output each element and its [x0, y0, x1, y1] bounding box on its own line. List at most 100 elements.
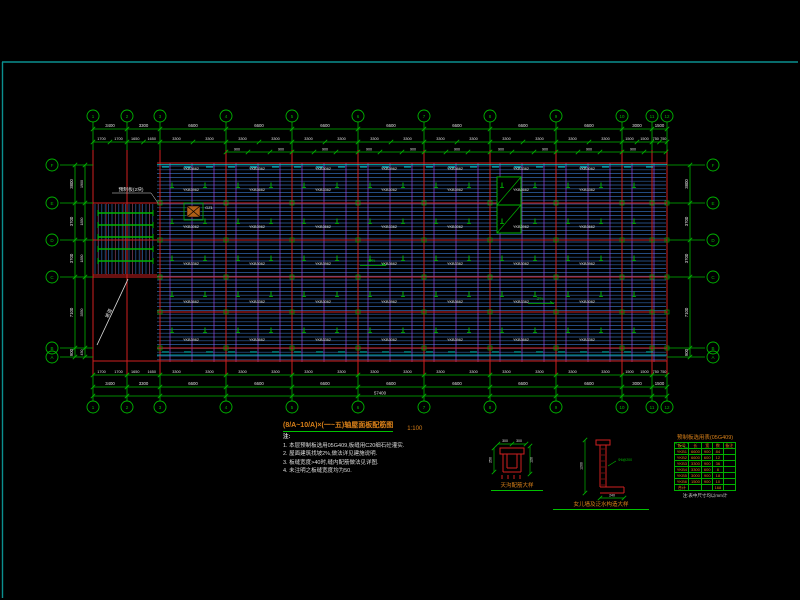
svg-text:6: 6	[357, 405, 360, 410]
svg-text:6600: 6600	[254, 381, 264, 386]
svg-text:YKB3962: YKB3962	[315, 262, 331, 266]
svg-text:750: 750	[653, 137, 659, 141]
svg-text:3800: 3800	[684, 179, 689, 189]
svg-text:YKB3962: YKB3962	[183, 188, 199, 192]
svg-text:YKB3662: YKB3662	[513, 338, 529, 342]
svg-text:YKB3062: YKB3062	[249, 262, 265, 266]
table-cell: 3300	[689, 467, 702, 473]
svg-text:YKB3362: YKB3362	[315, 188, 331, 192]
svg-text:1500: 1500	[640, 370, 648, 374]
svg-text:C: C	[711, 275, 715, 280]
ramp-area: 坡道	[97, 279, 128, 345]
svg-text:3300: 3300	[238, 370, 246, 374]
svg-text:300: 300	[516, 439, 522, 443]
svg-text:YKB3662: YKB3662	[315, 225, 331, 229]
table-cell: YKB6	[675, 479, 689, 485]
drawing-title: (8/A~10/A)×(一~五)轴屋面板配筋图	[283, 420, 393, 432]
detail1-caption: 天沟配筋大样	[491, 481, 543, 491]
svg-text:1650: 1650	[131, 370, 139, 374]
notes-block: 注: 1. 本层预制板选用05G409,板缝用C20细石砼灌实. 2. 屋面建筑…	[283, 433, 453, 476]
svg-text:750: 750	[660, 370, 666, 374]
table-cell	[689, 485, 702, 491]
svg-text:9: 9	[555, 405, 558, 410]
svg-text:9: 9	[555, 114, 558, 119]
svg-text:3300: 3300	[304, 370, 312, 374]
svg-text:8: 8	[489, 114, 492, 119]
svg-text:3300: 3300	[469, 137, 477, 141]
svg-text:250: 250	[489, 457, 493, 463]
svg-text:3: 3	[159, 405, 162, 410]
svg-text:YKB3062: YKB3062	[447, 225, 463, 229]
svg-text:YKB3362: YKB3362	[579, 188, 595, 192]
svg-text:YKB3662: YKB3662	[513, 188, 529, 192]
svg-text:1650: 1650	[148, 370, 156, 374]
svg-text:YKB3962: YKB3962	[381, 300, 397, 304]
svg-text:3700: 3700	[684, 216, 689, 226]
svg-text:3000: 3000	[632, 123, 642, 128]
table-cell: 合计	[675, 485, 689, 491]
svg-text:YKB3062: YKB3062	[513, 262, 529, 266]
svg-text:YKB3662: YKB3662	[183, 167, 199, 171]
svg-text:5: 5	[291, 405, 294, 410]
cad-viewport: 3400170017003300165016506600330033006600…	[0, 0, 800, 600]
svg-text:YKB3062: YKB3062	[315, 300, 331, 304]
svg-text:1500: 1500	[625, 137, 633, 141]
svg-text:1900: 1900	[80, 180, 84, 188]
svg-text:750: 750	[653, 370, 659, 374]
svg-text:7: 7	[423, 405, 426, 410]
svg-text:GZ1: GZ1	[205, 205, 214, 210]
svg-text:1700: 1700	[114, 137, 122, 141]
svg-text:YKB3362: YKB3362	[381, 225, 397, 229]
svg-text:6600: 6600	[386, 381, 396, 386]
note-line: 1. 本层预制板选用05G409,板缝用C20细石砼灌实.	[283, 442, 453, 451]
svg-text:240: 240	[609, 494, 615, 498]
svg-text:450: 450	[80, 350, 84, 356]
svg-text:D: D	[50, 238, 54, 243]
svg-text:120: 120	[530, 457, 534, 463]
svg-text:6600: 6600	[584, 381, 594, 386]
svg-text:3300: 3300	[139, 381, 149, 386]
table-cell: 3000	[689, 473, 702, 479]
table-cell: 900	[702, 479, 713, 485]
svg-text:3300: 3300	[436, 370, 444, 374]
table-cell: 600	[702, 455, 713, 461]
svg-text:750: 750	[660, 137, 666, 141]
table-cell: YKB1	[675, 449, 689, 455]
svg-text:8: 8	[489, 405, 492, 410]
svg-text:6600: 6600	[254, 123, 264, 128]
svg-text:11: 11	[650, 114, 655, 119]
svg-text:900: 900	[684, 348, 689, 356]
svg-text:B: B	[50, 346, 53, 351]
table: 板号长宽数备注YKB1660090084YKB2660060012YKB3330…	[674, 442, 736, 491]
table-cell: 168	[713, 485, 724, 491]
svg-text:1650: 1650	[148, 137, 156, 141]
svg-text:A: A	[711, 355, 714, 360]
notes-heading: 注:	[283, 433, 453, 442]
svg-text:3300: 3300	[205, 370, 213, 374]
beam-labels: YKB3662 YKB3362 YKB3062 YKB3962 YKB3662 YKB33…	[183, 167, 595, 342]
svg-text:900: 900	[322, 148, 328, 152]
svg-text:A: A	[50, 355, 53, 360]
svg-text:6600: 6600	[320, 381, 330, 386]
table-cell: 1500	[689, 479, 702, 485]
svg-text:6600: 6600	[320, 123, 330, 128]
svg-text:3300: 3300	[535, 370, 543, 374]
svg-text:C: C	[50, 275, 54, 280]
svg-text:7100: 7100	[684, 307, 689, 317]
svg-text:3300: 3300	[502, 137, 510, 141]
table-cell: 600	[702, 467, 713, 473]
svg-text:6600: 6600	[452, 123, 462, 128]
svg-text:900: 900	[498, 148, 504, 152]
svg-text:3800: 3800	[69, 179, 74, 189]
table-caption: 注:表中尺寸均以mm计	[661, 493, 749, 499]
table-cell: 900	[702, 449, 713, 455]
svg-text:11: 11	[650, 405, 655, 410]
table-cell: YKB5	[675, 473, 689, 479]
svg-text:YKB3062: YKB3062	[579, 300, 595, 304]
svg-text:900: 900	[234, 148, 240, 152]
svg-text:3300: 3300	[370, 137, 378, 141]
svg-text:F: F	[712, 163, 715, 168]
svg-text:2%: 2%	[369, 258, 376, 263]
svg-text:300: 300	[502, 439, 508, 443]
table-cell: 900	[702, 461, 713, 467]
